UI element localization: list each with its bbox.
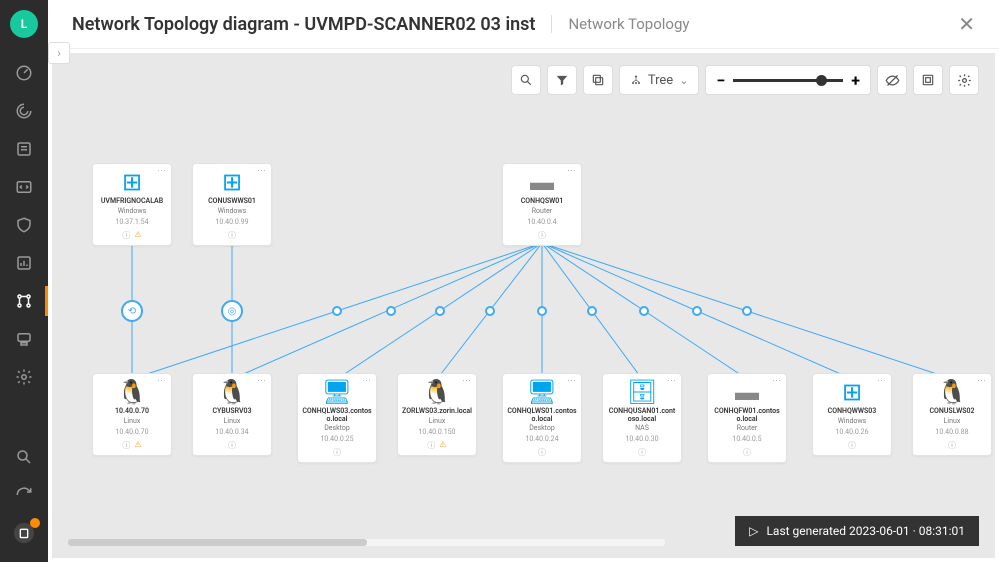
nav-list[interactable] bbox=[0, 130, 48, 168]
nav-topology[interactable] bbox=[0, 282, 48, 320]
nav-dashboard[interactable] bbox=[0, 54, 48, 92]
nav-radar[interactable] bbox=[0, 92, 48, 130]
device-node[interactable]: ⋯⊞CONUSWWS01Windows10.40.0.99ⓘ bbox=[192, 163, 272, 246]
node-menu[interactable]: ⋯ bbox=[877, 376, 887, 386]
copy-button[interactable] bbox=[583, 65, 613, 95]
device-node[interactable]: ⋯⊞CONHQWWS03Windows10.40.0.26ⓘ bbox=[812, 373, 892, 456]
filter-button[interactable] bbox=[547, 65, 577, 95]
link-marker bbox=[332, 306, 342, 316]
link-marker bbox=[386, 306, 396, 316]
node-menu[interactable]: ⋯ bbox=[567, 376, 577, 386]
node-menu[interactable]: ⋯ bbox=[157, 376, 167, 386]
device-node[interactable]: ⋯🐧10.40.0.70Linux10.40.0.70ⓘ⚠ bbox=[92, 373, 172, 456]
link-marker-icon[interactable]: ◎ bbox=[221, 300, 243, 322]
device-node[interactable]: ⋯▬CONHQSW01Router10.40.0.4ⓘ bbox=[502, 163, 582, 246]
link-marker bbox=[639, 306, 649, 316]
nav-report[interactable] bbox=[0, 244, 48, 282]
nav-refresh[interactable] bbox=[0, 476, 48, 514]
device-node[interactable]: ⋯🖥CONHQLWS01.contoso.localDesktop10.40.0… bbox=[502, 373, 582, 463]
device-node[interactable]: ⋯⊞UVMFRIGNOCALABWindows10.37.1.54ⓘ⚠ bbox=[92, 163, 172, 246]
fullscreen-button[interactable] bbox=[913, 65, 943, 95]
nav-clipboard[interactable] bbox=[0, 514, 48, 552]
device-node[interactable]: ⋯🐧CYBUSRV03Linux10.40.0.34ⓘ bbox=[192, 373, 272, 456]
breadcrumb: Network Topology bbox=[551, 15, 689, 33]
node-menu[interactable]: ⋯ bbox=[157, 166, 167, 176]
device-node[interactable]: ⋯🐧ZORLWS03.zorin.localLinux10.40.0.150ⓘ⚠ bbox=[397, 373, 477, 456]
link-marker bbox=[485, 306, 495, 316]
play-icon: ▷ bbox=[749, 524, 758, 538]
horizontal-scrollbar[interactable] bbox=[68, 539, 665, 546]
page-title: Network Topology diagram - UVMPD-SCANNER… bbox=[72, 14, 535, 35]
node-menu[interactable]: ⋯ bbox=[567, 166, 577, 176]
link-marker bbox=[742, 306, 752, 316]
node-menu[interactable]: ⋯ bbox=[257, 376, 267, 386]
node-menu[interactable]: ⋯ bbox=[362, 376, 372, 386]
nav-code[interactable] bbox=[0, 168, 48, 206]
search-button[interactable] bbox=[511, 65, 541, 95]
panel-expand-button[interactable]: › bbox=[48, 42, 70, 64]
user-avatar[interactable]: L bbox=[10, 10, 38, 38]
link-marker bbox=[692, 306, 702, 316]
nav-search[interactable] bbox=[0, 438, 48, 476]
topology-canvas[interactable]: Tree⌄ −+ ⟲ ◎ bbox=[52, 53, 995, 558]
device-node[interactable]: ⋯▬CONHQFW01.contoso.localRouter10.40.0.5… bbox=[707, 373, 787, 463]
visibility-toggle[interactable] bbox=[877, 65, 907, 95]
close-button[interactable]: ✕ bbox=[958, 12, 975, 36]
link-marker bbox=[537, 306, 547, 316]
node-menu[interactable]: ⋯ bbox=[462, 376, 472, 386]
nav-settings[interactable] bbox=[0, 358, 48, 396]
node-menu[interactable]: ⋯ bbox=[667, 376, 677, 386]
zoom-slider[interactable]: −+ bbox=[705, 65, 871, 95]
topology-edges bbox=[52, 53, 995, 558]
device-node[interactable]: ⋯🗄CONHQUSAN01.contoso.localNAS10.40.0.30… bbox=[602, 373, 682, 463]
status-bar: ▷ Last generated 2023-06-01 · 08:31:01 bbox=[735, 516, 979, 546]
layout-tree-dropdown[interactable]: Tree⌄ bbox=[619, 65, 700, 95]
device-node[interactable]: ⋯🐧CONUSLWS02Linux10.40.0.88ⓘ bbox=[912, 373, 992, 456]
node-menu[interactable]: ⋯ bbox=[257, 166, 267, 176]
node-menu[interactable]: ⋯ bbox=[977, 376, 987, 386]
nav-shield[interactable] bbox=[0, 206, 48, 244]
node-menu[interactable]: ⋯ bbox=[772, 376, 782, 386]
link-marker bbox=[435, 306, 445, 316]
settings-button[interactable] bbox=[949, 65, 979, 95]
device-node[interactable]: ⋯🖥CONHQLWS03.contoso.localDesktop10.40.0… bbox=[297, 373, 377, 463]
link-marker-icon[interactable]: ⟲ bbox=[121, 300, 143, 322]
link-marker bbox=[587, 306, 597, 316]
nav-assets[interactable] bbox=[0, 320, 48, 358]
